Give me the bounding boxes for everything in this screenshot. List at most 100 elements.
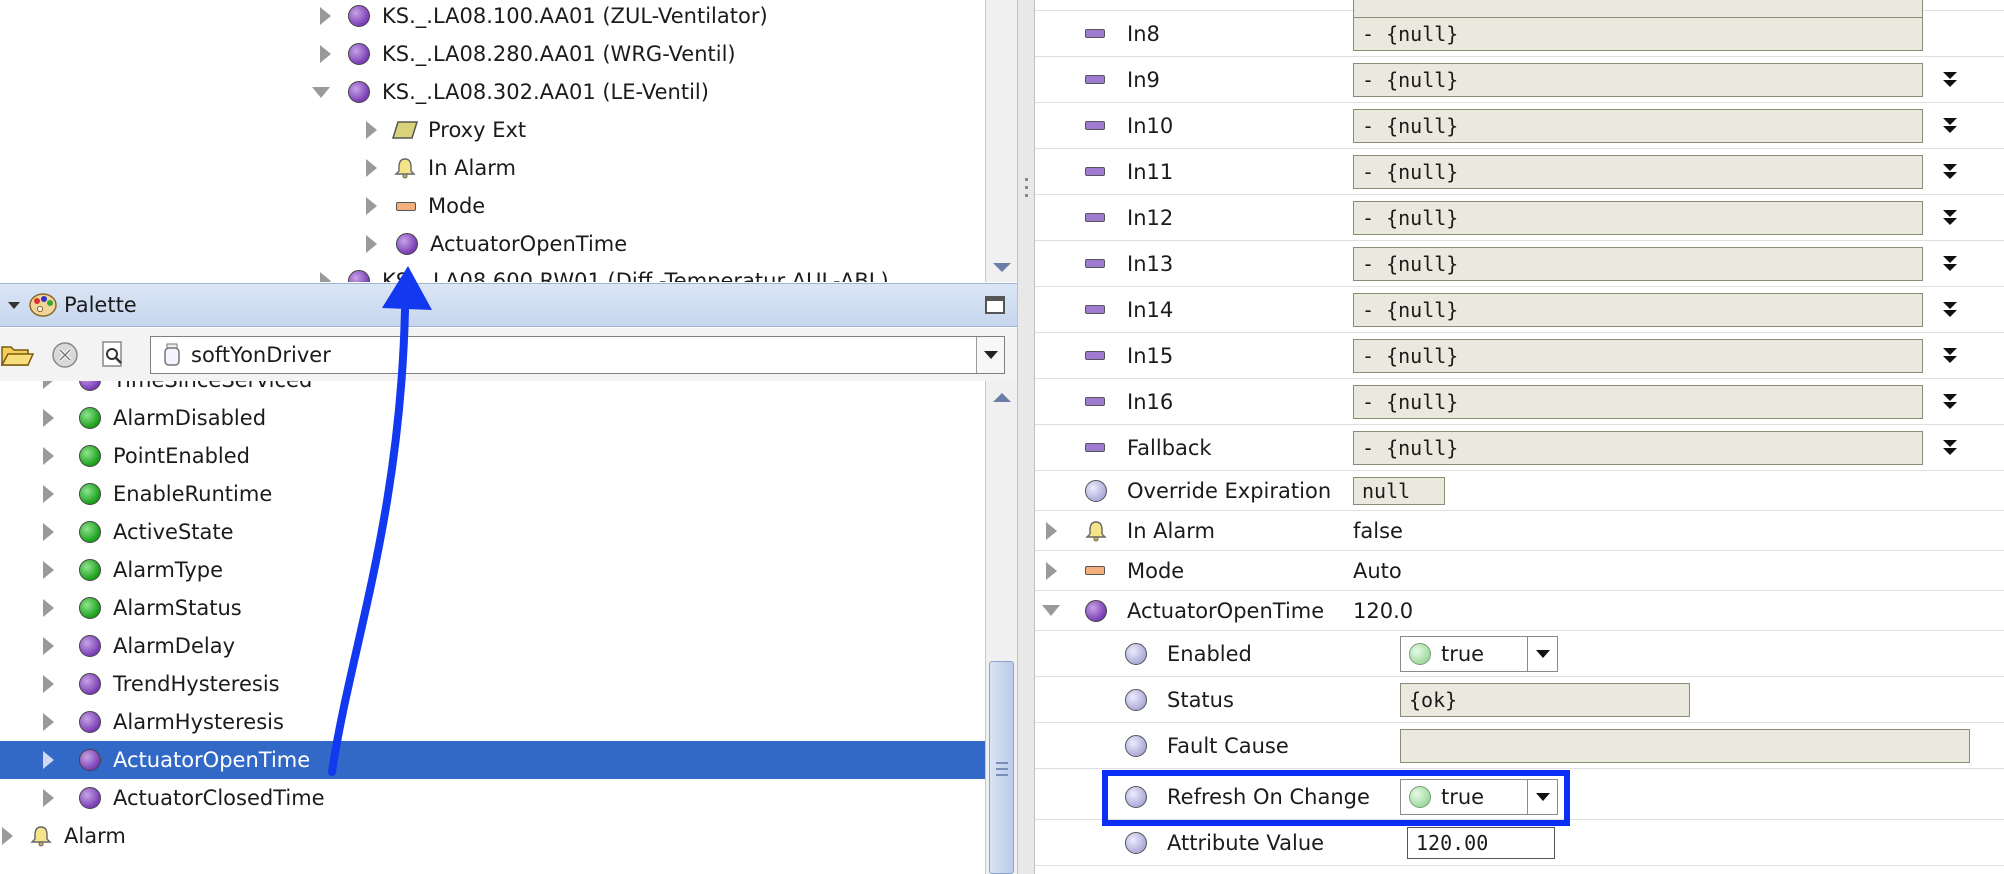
collapse-arrow-icon[interactable] — [303, 86, 339, 98]
double-chevron-down-icon[interactable] — [1943, 438, 1957, 458]
palette-item-label: EnableRuntime — [113, 482, 273, 506]
prop-row-in10: In10 - {null} — [1035, 103, 2004, 149]
palette-item-label: ActuatorClosedTime — [113, 786, 325, 810]
expand-arrow-icon[interactable] — [33, 789, 63, 807]
tree-item-wrg-ventil[interactable]: KS._.LA08.280.AA01 (WRG-Ventil) — [310, 35, 736, 73]
expand-arrow-icon[interactable] — [310, 45, 340, 63]
double-chevron-down-icon[interactable] — [1943, 346, 1957, 366]
palette-item[interactable]: TimeSinceServiced — [0, 381, 985, 399]
tree-item-in-alarm[interactable]: In Alarm — [356, 149, 516, 187]
tree-item-actuator-open-time[interactable]: ActuatorOpenTime — [356, 225, 627, 263]
expand-arrow-icon[interactable] — [356, 121, 386, 139]
expand-arrow-icon[interactable] — [310, 7, 340, 25]
scroll-down-icon[interactable] — [993, 263, 1011, 272]
value-field[interactable]: - {null} — [1353, 108, 1923, 143]
tree-item-label: KS._.LA08.280.AA01 (WRG-Ventil) — [382, 42, 736, 66]
value-field[interactable]: - {null} — [1353, 16, 1923, 51]
prop-name: In15 — [1127, 343, 1174, 368]
expand-arrow-icon[interactable] — [1039, 521, 1063, 540]
purple-dot-icon — [348, 5, 370, 27]
expand-arrow-icon[interactable] — [310, 272, 340, 282]
value-field[interactable]: - {null} — [1353, 62, 1923, 97]
expand-arrow-icon[interactable] — [33, 713, 63, 731]
enabled-select[interactable]: true — [1400, 635, 1558, 672]
prop-name: Fallback — [1127, 435, 1212, 460]
prop-row-status: Status {ok} — [1035, 677, 2004, 723]
value-field[interactable]: - {null} — [1353, 384, 1923, 419]
prop-name: In9 — [1127, 67, 1160, 92]
palette-item[interactable]: TrendHysteresis — [0, 665, 985, 703]
chevron-down-icon[interactable] — [976, 337, 1004, 373]
expand-arrow-icon[interactable] — [33, 381, 63, 389]
expand-arrow-icon[interactable] — [33, 485, 63, 503]
prop-name: Override Expiration — [1127, 478, 1332, 503]
green-dot-icon — [79, 407, 101, 429]
enabled-value: true — [1441, 641, 1485, 666]
palette-item-alarm[interactable]: Alarm — [0, 817, 985, 855]
value-field[interactable]: - {null} — [1353, 246, 1923, 281]
close-circle-icon[interactable] — [48, 340, 82, 370]
module-select[interactable]: softYonDriver — [150, 336, 1005, 374]
tree-item-diff-temperatur[interactable]: KS._.LA08.600.RW01 (Diff.-Temperatur AUL… — [310, 262, 889, 282]
palette-scrollbar[interactable] — [985, 381, 1017, 874]
expand-arrow-icon[interactable] — [1039, 561, 1063, 580]
collapse-arrow-icon[interactable] — [1039, 605, 1063, 616]
tree-item-proxy-ext[interactable]: Proxy Ext — [356, 111, 526, 149]
scrollbar-thumb[interactable] — [989, 661, 1014, 874]
chevron-down-icon[interactable] — [1527, 636, 1557, 671]
double-chevron-down-icon[interactable] — [1943, 254, 1957, 274]
override-expiration-field[interactable]: null — [1353, 476, 1445, 505]
palette-item[interactable]: ActiveState — [0, 513, 985, 551]
expand-arrow-icon[interactable] — [33, 675, 63, 693]
value-field[interactable]: - {null} — [1353, 430, 1923, 465]
expand-arrow-icon[interactable] — [33, 561, 63, 579]
value-field[interactable]: - {null} — [1353, 292, 1923, 327]
palette-item[interactable]: AlarmStatus — [0, 589, 985, 627]
expand-arrow-icon[interactable] — [33, 751, 63, 769]
palette-toolbar: softYonDriver — [0, 328, 1017, 381]
collapse-caret-icon[interactable] — [8, 301, 20, 309]
value-field[interactable]: - {null} — [1353, 200, 1923, 235]
palette-item[interactable]: AlarmDelay — [0, 627, 985, 665]
expand-arrow-icon[interactable] — [33, 599, 63, 617]
expand-arrow-icon[interactable] — [356, 235, 386, 253]
double-chevron-down-icon[interactable] — [1943, 208, 1957, 228]
jar-icon — [164, 343, 180, 366]
double-chevron-down-icon[interactable] — [1943, 162, 1957, 182]
tree-scrollbar[interactable] — [985, 0, 1017, 282]
expand-arrow-icon[interactable] — [33, 523, 63, 541]
scroll-up-icon[interactable] — [993, 393, 1011, 402]
expand-arrow-icon[interactable] — [33, 637, 63, 655]
prop-row-attribute-value: Attribute Value 120.00 — [1035, 820, 2004, 866]
palette-item[interactable]: EnableRuntime — [0, 475, 985, 513]
purple-dot-icon — [79, 787, 101, 809]
value-field[interactable]: - {null} — [1353, 154, 1923, 189]
palette-item[interactable]: AlarmType — [0, 551, 985, 589]
expand-arrow-icon[interactable] — [0, 827, 22, 845]
double-chevron-down-icon[interactable] — [1943, 70, 1957, 90]
double-chevron-down-icon[interactable] — [1943, 392, 1957, 412]
palette-item[interactable]: PointEnabled — [0, 437, 985, 475]
expand-arrow-icon[interactable] — [356, 197, 386, 215]
tree-item-le-ventil[interactable]: KS._.LA08.302.AA01 (LE-Ventil) — [303, 73, 709, 111]
palette-list: TimeSinceServiced AlarmDisabled PointEna… — [0, 381, 985, 874]
double-chevron-down-icon[interactable] — [1943, 116, 1957, 136]
palette-item[interactable]: ActuatorClosedTime — [0, 779, 985, 817]
palette-item[interactable]: AlarmHysteresis — [0, 703, 985, 741]
tree-item-mode[interactable]: Mode — [356, 187, 485, 225]
palette-item-selected[interactable]: ActuatorOpenTime — [0, 741, 985, 779]
attribute-value-input[interactable]: 120.00 — [1407, 826, 1555, 859]
value-field[interactable]: - {null} — [1353, 338, 1923, 373]
double-chevron-down-icon[interactable] — [1943, 300, 1957, 320]
expand-arrow-icon[interactable] — [33, 447, 63, 465]
maximize-button[interactable] — [985, 296, 1005, 314]
pane-splitter[interactable] — [1017, 0, 1035, 874]
search-icon[interactable] — [96, 340, 130, 370]
palette-item[interactable]: AlarmDisabled — [0, 399, 985, 437]
tree-item-zul-ventilator[interactable]: KS._.LA08.100.AA01 (ZUL-Ventilator) — [310, 0, 768, 35]
expand-arrow-icon[interactable] — [356, 159, 386, 177]
prop-name: In16 — [1127, 389, 1174, 414]
purple-bar-icon — [1085, 75, 1105, 84]
expand-arrow-icon[interactable] — [33, 409, 63, 427]
open-folder-icon[interactable] — [0, 340, 34, 370]
